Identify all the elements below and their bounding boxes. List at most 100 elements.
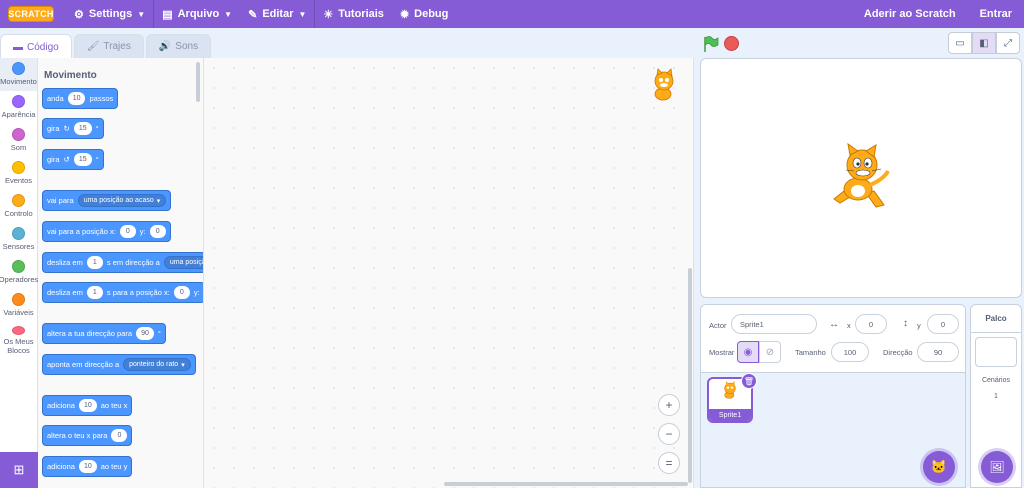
x-position-input[interactable]: 0 [855,314,887,334]
sprite-tile-label: Sprite1 [709,409,751,421]
block-text: vai para [47,196,74,205]
add-sprite-button[interactable]: 🐱 [923,451,955,483]
block-number-input[interactable]: 10 [78,399,97,412]
file-menu[interactable]: ▤ Arquivo ▼ [154,0,240,28]
category-sensing[interactable]: Sensores [0,223,37,256]
block-set-x[interactable]: altera o teu x para 0 [42,425,133,446]
palette-scrollbar[interactable] [196,62,200,102]
block-number-input[interactable]: 0 [119,225,136,238]
tab-code[interactable]: ▬ Código [0,34,72,59]
category-sound[interactable]: Som [0,124,37,157]
block-text: altera a tua direcção para [47,329,133,338]
show-sprite-button[interactable]: ◉ [737,341,759,363]
tutorials-button[interactable]: ☀ Tutoriais [315,0,392,28]
zoom-out-button[interactable]: − [658,423,680,445]
dropdown-value: uma posição ao acaso [83,197,154,204]
block-dropdown[interactable]: uma posição [163,256,203,269]
category-control[interactable]: Controlo [0,190,37,223]
block-number-input[interactable]: 1 [86,286,103,299]
delete-sprite-button[interactable]: 🗑 [741,373,757,389]
block-glide-to[interactable]: desliza em 1 s em direcção a uma posição [42,252,203,273]
small-stage-button[interactable]: ▭ [948,32,972,54]
gear-icon: ⚙ [74,8,84,21]
block-text: desliza em [47,258,83,267]
tutorials-label: Tutoriais [338,8,384,20]
file-icon: ▤ [162,8,173,21]
trash-icon: 🗑 [743,376,755,386]
y-position-input[interactable]: 0 [927,314,959,334]
zoom-reset-icon: = [665,456,673,470]
category-operators[interactable]: Operadores [0,256,38,289]
edit-label: Editar [262,8,294,20]
block-number-input[interactable]: 90 [136,327,154,340]
block-number-input[interactable]: 15 [73,153,92,166]
block-number-input[interactable]: 1 [86,256,103,269]
block-point-towards[interactable]: aponta em direcção a ponteiro do rato ▾ [42,354,196,375]
block-text: altera o teu x para [47,431,108,440]
category-looks[interactable]: Aparência [0,91,37,124]
category-my-blocks[interactable]: Os Meus Blocos [0,322,37,355]
stop-button[interactable] [724,36,739,51]
block-text: ° [95,155,99,164]
eye-slash-icon: ⊘ [765,346,775,358]
stage-canvas[interactable] [700,58,1022,298]
block-dropdown[interactable]: ponteiro do rato ▾ [123,358,191,371]
script-workspace[interactable]: + − = [204,58,694,488]
settings-menu[interactable]: ⚙ Settings ▼ [66,0,153,28]
block-change-y[interactable]: adiciona 10 ao teu y [42,456,133,477]
block-turn-right[interactable]: gira ↻ 15 ° [42,118,104,139]
block-number-input[interactable]: 15 [73,122,92,135]
sign-in-link[interactable]: Entrar [968,8,1024,20]
block-goto-xy[interactable]: vai para a posição x: 0 y: 0 [42,221,171,242]
hide-sprite-button[interactable]: ⊘ [759,341,781,363]
edit-menu[interactable]: ✎ Editar ▼ [240,0,314,28]
sprite-name-label: Actor [709,321,727,330]
scratch-logo[interactable]: SCRATCH [8,6,54,22]
block-glide-xy[interactable]: desliza em 1 s para a posição x: 0 y: [42,282,203,303]
green-flag-icon[interactable] [702,35,720,53]
workspace-horizontal-scrollbar[interactable] [444,482,688,486]
category-menu: Movimento Aparência Som Eventos Controlo… [0,58,38,488]
category-motion[interactable]: Movimento [0,58,37,91]
image-plus-icon: 🖼 [989,460,1005,474]
category-events[interactable]: Eventos [0,157,37,190]
stage-selector[interactable]: Palco Cenários 1 🖼 [970,304,1022,488]
block-change-x[interactable]: adiciona 10 ao teu x [42,395,133,416]
category-dot-icon [12,293,25,306]
block-move-steps[interactable]: anda 10 passos [42,88,119,109]
block-text: anda [47,94,64,103]
category-variables[interactable]: Variáveis [0,289,37,322]
tab-code-label: Código [27,41,59,53]
stage-thumbnail [975,337,1017,367]
zoom-in-button[interactable]: + [658,394,680,416]
block-turn-left[interactable]: gira ↺ 15 ° [42,149,104,170]
direction-input[interactable]: 90 [917,342,959,362]
fullscreen-button[interactable]: ⤢ [996,32,1020,54]
sprite-name-input[interactable]: Sprite1 [731,314,817,334]
add-extension-button[interactable]: ⊞ [0,452,38,488]
join-scratch-link[interactable]: Aderir ao Scratch [852,8,968,20]
cat-sprite[interactable] [826,143,894,215]
block-dropdown[interactable]: uma posição ao acaso ▾ [77,194,167,207]
block-number-input[interactable]: 0 [111,429,128,442]
block-number-input[interactable]: 10 [67,92,86,105]
block-number-input[interactable]: 0 [149,225,166,238]
workspace-vertical-scrollbar[interactable] [688,268,692,483]
block-goto[interactable]: vai para uma posição ao acaso ▾ [42,190,172,211]
sprite-pane: Actor Sprite1 ↔ x 0 ↕ y 0 Mostrar ◉ ⊘ Ta… [700,304,966,488]
tab-costumes[interactable]: 🖌 Trajes [73,34,144,58]
add-backdrop-button[interactable]: 🖼 [981,451,1013,483]
eye-icon: ◉ [743,346,753,358]
block-number-input[interactable]: 0 [173,286,190,299]
category-dot-icon [12,326,25,335]
tab-sounds[interactable]: 🔊 Sons [145,34,212,58]
block-text: adiciona [47,401,75,410]
large-stage-button[interactable]: ◧ [972,32,996,54]
extension-icon: ⊞ [13,462,25,477]
block-point-direction[interactable]: altera a tua direcção para 90 ° [42,323,166,344]
sprite-thumbnail-icon [654,68,674,101]
zoom-reset-button[interactable]: = [658,452,680,474]
debug-button[interactable]: ✹ Debug [392,0,456,28]
block-number-input[interactable]: 10 [78,460,97,473]
size-input[interactable]: 100 [831,342,869,362]
